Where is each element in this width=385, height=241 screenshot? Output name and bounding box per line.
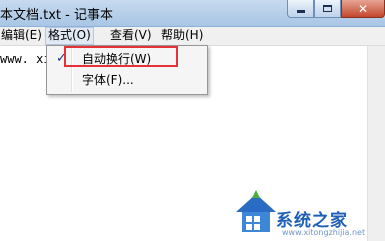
menu-edit[interactable]: 编辑(E) <box>1 27 42 45</box>
editor-content: www. xi <box>0 52 51 66</box>
highlight-annotation <box>64 46 178 67</box>
title-bar[interactable]: 本文档.txt - 记事本 ✕ <box>0 0 385 27</box>
minimize-icon <box>296 9 305 13</box>
close-icon: ✕ <box>357 1 369 16</box>
menu-item-font[interactable]: 字体(F)... <box>49 70 204 90</box>
maximize-icon <box>323 5 332 12</box>
watermark: 系统之家 www.xitongzhijia.net <box>232 188 382 241</box>
menu-item-font-label: 字体(F)... <box>82 73 134 87</box>
minimize-button[interactable] <box>287 0 314 18</box>
caption-buttons: ✕ <box>287 0 385 20</box>
close-button[interactable]: ✕ <box>341 0 385 18</box>
house-logo-icon <box>236 190 276 232</box>
menu-help[interactable]: 帮助(H) <box>161 27 203 45</box>
menu-bar: 编辑(E) 格式(O) 查看(V) 帮助(H) <box>0 27 385 46</box>
window-title: 本文档.txt - 记事本 <box>0 8 113 23</box>
watermark-url: www.xitongzhijia.net <box>282 228 366 237</box>
menu-format[interactable]: 格式(O) <box>45 27 94 45</box>
menu-view[interactable]: 查看(V) <box>110 27 152 45</box>
maximize-button[interactable] <box>314 0 341 18</box>
